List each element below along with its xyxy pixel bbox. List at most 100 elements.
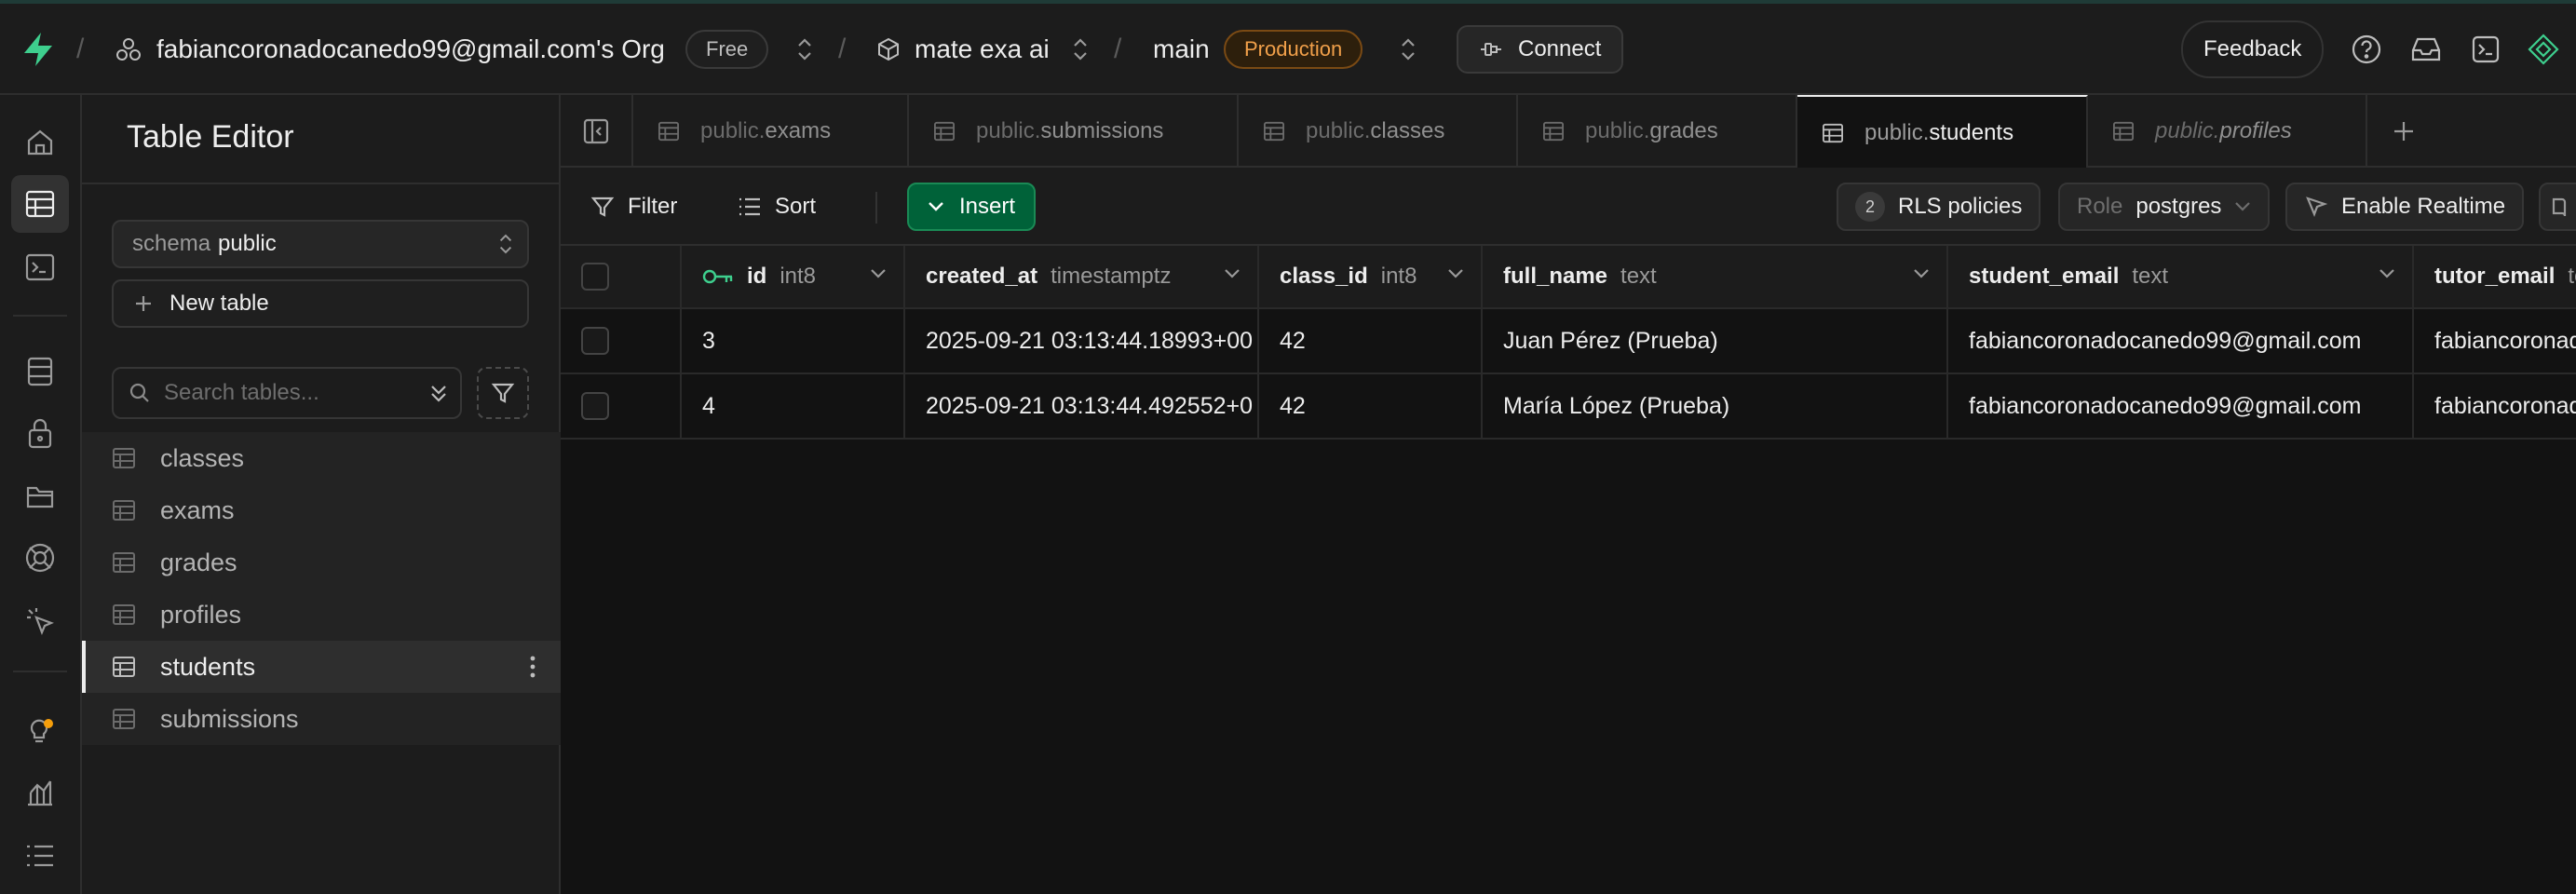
tab-schema: public. [700, 118, 766, 143]
ai-assistant-icon[interactable] [2520, 26, 2567, 73]
rail-divider [13, 315, 67, 317]
enable-realtime-button[interactable]: Enable Realtime [2285, 183, 2525, 231]
column-header-class-id[interactable]: class_id int8 [1259, 246, 1483, 307]
add-tab-icon[interactable] [2367, 95, 2440, 168]
grid-cell[interactable]: 2025-09-21 03:13:44.492552+0 [905, 374, 1259, 438]
tab-label: exams [765, 118, 832, 143]
docs-book-icon[interactable] [2539, 183, 2576, 231]
column-type: text [1620, 264, 1657, 289]
cursor-icon[interactable] [11, 592, 69, 650]
insert-button[interactable]: Insert [907, 183, 1037, 231]
storage-folder-icon[interactable] [11, 467, 69, 525]
breadcrumb-separator: / [1114, 34, 1122, 64]
schema-select[interactable]: schema public [112, 220, 529, 268]
tab-profiles[interactable]: public.profiles [2088, 95, 2367, 168]
grid-cell[interactable]: 42 [1259, 374, 1483, 438]
column-header-tutor-email[interactable]: tutor_email te [2414, 246, 2576, 307]
column-type: te [2568, 264, 2576, 289]
grid-cell[interactable]: 42 [1259, 309, 1483, 372]
tab-label: grades [1649, 118, 1718, 143]
tab-schema: public. [976, 118, 1041, 143]
table-item-grades[interactable]: grades [82, 536, 561, 589]
grid-cell[interactable]: María López (Prueba) [1483, 374, 1948, 438]
logs-list-icon[interactable] [11, 827, 69, 885]
filter-tables-button[interactable] [477, 367, 529, 419]
table-icon [112, 499, 136, 522]
branch-name[interactable]: main [1153, 4, 1210, 95]
table-item-profiles[interactable]: profiles [82, 589, 561, 641]
sort-button[interactable]: Sort [725, 183, 829, 231]
home-icon[interactable] [11, 114, 69, 171]
rls-policies-button[interactable]: 2 RLS policies [1837, 183, 2041, 231]
table-row[interactable]: 3 2025-09-21 03:13:44.18993+00 42 Juan P… [561, 309, 2576, 374]
chevron-updown-icon [497, 231, 514, 257]
project-name[interactable]: mate exa ai [915, 4, 1050, 95]
realtime-icon[interactable] [11, 529, 69, 587]
filter-button[interactable]: Filter [577, 183, 690, 231]
chevrons-down-icon[interactable] [428, 382, 449, 404]
supabase-bolt-icon[interactable] [20, 4, 56, 95]
help-icon[interactable] [2343, 26, 2390, 73]
role-select[interactable]: Role postgres [2058, 183, 2271, 231]
tab-classes[interactable]: public.classes [1239, 95, 1518, 168]
plug-icon [1479, 39, 1503, 60]
search-tables-input[interactable] [164, 380, 415, 406]
advisors-bulb-icon[interactable] [11, 702, 69, 760]
feedback-button[interactable]: Feedback [2181, 20, 2325, 78]
column-header-student-email[interactable]: student_email text [1948, 246, 2414, 307]
collapse-sidebar-icon[interactable] [561, 95, 633, 168]
table-item-classes[interactable]: classes [82, 432, 561, 484]
toolbar-divider [875, 192, 877, 224]
chevron-down-icon[interactable] [1447, 268, 1464, 279]
connect-button[interactable]: Connect [1457, 25, 1624, 74]
row-select-cell [561, 309, 682, 372]
chevron-down-icon[interactable] [870, 268, 887, 279]
schema-label: schema [132, 231, 211, 256]
tab-students[interactable]: public.students [1797, 95, 2088, 169]
env-badge-wrap: Production [1224, 4, 1363, 95]
table-icon [112, 603, 136, 626]
grid-cell[interactable]: 2025-09-21 03:13:44.18993+00 [905, 309, 1259, 372]
row-checkbox[interactable] [581, 392, 609, 420]
column-header-created-at[interactable]: created_at timestamptz [905, 246, 1259, 307]
grid-cell[interactable]: fabiancoronadocanedo99@gmail.com [1948, 374, 2414, 438]
chevron-down-icon[interactable] [1913, 268, 1930, 279]
grid-cell[interactable]: fabiancoronad [2414, 309, 2576, 372]
grid-cell[interactable]: fabiancoronadocanedo99@gmail.com [1948, 309, 2414, 372]
terminal-icon[interactable] [2462, 26, 2509, 73]
chevron-down-icon[interactable] [1224, 268, 1241, 279]
sql-editor-icon[interactable] [11, 238, 69, 296]
project-switcher-chevron-icon[interactable] [1071, 4, 1090, 95]
auth-lock-icon[interactable] [11, 404, 69, 462]
branch-switcher-chevron-icon[interactable] [1399, 4, 1417, 95]
more-vertical-icon[interactable] [529, 654, 536, 680]
grid-cell[interactable]: 3 [682, 309, 905, 372]
column-header-full-name[interactable]: full_name text [1483, 246, 1948, 307]
grid-cell[interactable]: 4 [682, 374, 905, 438]
database-icon[interactable] [11, 343, 69, 400]
reports-chart-icon[interactable] [11, 764, 69, 821]
table-row[interactable]: 4 2025-09-21 03:13:44.492552+0 42 María … [561, 374, 2576, 440]
table-item-submissions[interactable]: submissions [82, 693, 561, 745]
tab-submissions[interactable]: public.submissions [909, 95, 1239, 168]
role-value: postgres [2135, 194, 2222, 219]
column-header-id[interactable]: id int8 [682, 246, 905, 307]
plus-icon [134, 294, 153, 313]
tab-schema: public. [2155, 118, 2220, 143]
chevron-down-icon [2234, 201, 2251, 212]
chevron-down-icon[interactable] [2379, 268, 2395, 279]
org-name[interactable]: fabiancoronadocanedo99@gmail.com's Org [156, 4, 665, 95]
table-item-exams[interactable]: exams [82, 484, 561, 536]
org-switcher-chevron-icon[interactable] [795, 4, 814, 95]
table-editor-icon[interactable] [11, 175, 69, 233]
grid-cell[interactable]: fabiancoronad [2414, 374, 2576, 438]
inbox-icon[interactable] [2403, 26, 2449, 73]
row-checkbox[interactable] [581, 327, 609, 355]
connect-label: Connect [1518, 36, 1602, 61]
select-all-checkbox[interactable] [581, 263, 609, 291]
tab-exams[interactable]: public.exams [633, 95, 909, 168]
new-table-button[interactable]: New table [112, 279, 529, 328]
table-item-students[interactable]: students [82, 641, 561, 693]
tab-grades[interactable]: public.grades [1518, 95, 1797, 168]
grid-cell[interactable]: Juan Pérez (Prueba) [1483, 309, 1948, 372]
